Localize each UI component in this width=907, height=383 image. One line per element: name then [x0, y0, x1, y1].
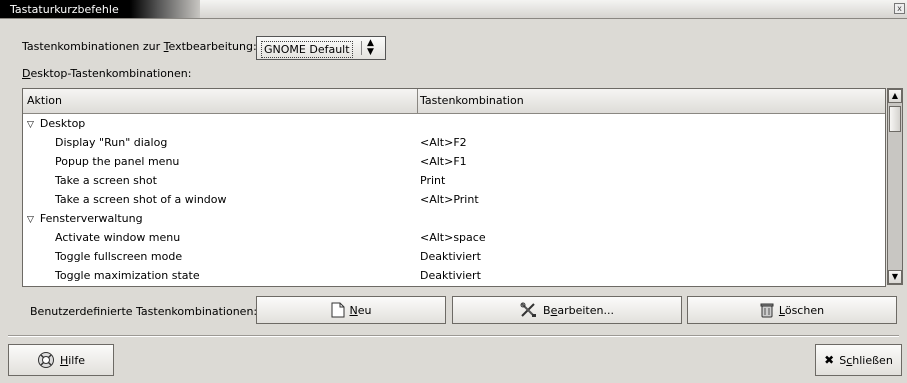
- text-editing-label-post: extbearbeitung:: [168, 40, 257, 53]
- help-mnemonic: H: [59, 353, 69, 367]
- edit-label-pre: B: [543, 303, 551, 317]
- custom-shortcuts-label: Benutzerdefinierte Tastenkombinationen:: [30, 305, 258, 318]
- row-shortcut: <Alt>F1: [420, 155, 467, 168]
- row-shortcut: <Alt>space: [420, 231, 486, 244]
- text-editing-label-pre: Tastenkombinationen zur: [22, 40, 164, 53]
- row-action: Activate window menu: [55, 231, 181, 244]
- row-shortcut: <Alt>F2: [420, 136, 467, 149]
- column-separator: [417, 89, 418, 113]
- combo-separator: [361, 41, 362, 55]
- row-action: Display "Run" dialog: [55, 136, 168, 149]
- row-action: Toggle maximization state: [55, 269, 200, 282]
- edit-tools-icon: [520, 302, 538, 318]
- help-lifebuoy-icon: [37, 351, 55, 369]
- row-action: Popup the panel menu: [55, 155, 180, 168]
- row-shortcut: Deaktiviert: [420, 250, 481, 263]
- help-button[interactable]: Hilfe: [8, 344, 114, 376]
- expander-icon[interactable]: ▽: [27, 215, 34, 225]
- column-header-action[interactable]: Aktion: [27, 94, 62, 107]
- text-editing-combo[interactable]: GNOME Default ▲ ▼: [256, 36, 386, 60]
- window-title: Tastaturkurzbefehle: [10, 3, 119, 16]
- row-action: Desktop: [39, 117, 86, 130]
- shortcuts-tree[interactable]: Aktion Tastenkombination ▽ Desktop Displa…: [22, 88, 886, 287]
- new-button[interactable]: Neu: [256, 296, 446, 324]
- text-editing-label: Tastenkombinationen zur Textbearbeitung:: [22, 40, 257, 53]
- tree-row[interactable]: Display "Run" dialog <Alt>F2: [23, 133, 885, 152]
- scroll-up-icon[interactable]: ▲: [888, 89, 902, 103]
- row-action: Fensterverwaltung: [39, 212, 143, 225]
- desktop-label-rest: esktop-Tastenkombinationen:: [30, 67, 192, 80]
- row-shortcut: Print: [420, 174, 446, 187]
- row-action: Toggle fullscreen mode: [55, 250, 183, 263]
- column-header-shortcut[interactable]: Tastenkombination: [420, 94, 524, 107]
- close-label: hließen: [852, 353, 893, 367]
- title-grip: [130, 0, 200, 18]
- title-bar: Tastaturkurzbefehle x: [0, 0, 907, 19]
- edit-button[interactable]: Bearbeiten...: [452, 296, 682, 324]
- trash-icon: [760, 302, 774, 318]
- row-shortcut: <Alt>Print: [420, 193, 479, 206]
- tree-row[interactable]: ▽ Fensterverwaltung: [23, 209, 885, 228]
- close-button[interactable]: ✖ Schließen: [815, 344, 902, 376]
- tree-row[interactable]: Toggle fullscreen mode Deaktiviert: [23, 247, 885, 266]
- delete-button[interactable]: Löschen: [687, 296, 897, 324]
- new-label: eu: [357, 303, 372, 317]
- row-shortcut: Deaktiviert: [420, 269, 481, 282]
- window-close-icon[interactable]: x: [894, 3, 905, 14]
- window-title-tab[interactable]: Tastaturkurzbefehle: [0, 0, 200, 18]
- row-action: Take a screen shot: [55, 174, 157, 187]
- help-label: ilfe: [68, 353, 86, 367]
- delete-label: öschen: [784, 303, 825, 317]
- edit-label: arbeiten...: [557, 303, 614, 317]
- desktop-shortcuts-label: Desktop-Tastenkombinationen:: [22, 67, 191, 80]
- footer-divider: [8, 335, 899, 337]
- tree-row[interactable]: Popup the panel menu <Alt>F1: [23, 152, 885, 171]
- tree-header: Aktion Tastenkombination: [23, 89, 885, 114]
- tree-row[interactable]: Activate window menu <Alt>space: [23, 228, 885, 247]
- tree-row[interactable]: Take a screen shot of a window <Alt>Prin…: [23, 190, 885, 209]
- close-x-icon: ✖: [824, 353, 835, 367]
- scroll-thumb[interactable]: [889, 106, 901, 132]
- row-action: Take a screen shot of a window: [55, 193, 227, 206]
- tree-row[interactable]: Toggle maximization state Deaktiviert: [23, 266, 885, 285]
- expander-icon[interactable]: ▽: [27, 120, 34, 130]
- combo-arrows-icon: ▲ ▼: [367, 38, 374, 57]
- text-editing-selected: GNOME Default: [261, 41, 353, 58]
- scroll-down-icon[interactable]: ▼: [888, 270, 902, 284]
- new-document-icon: [331, 302, 345, 318]
- tree-row[interactable]: Take a screen shot Print: [23, 171, 885, 190]
- tree-row[interactable]: ▽ Desktop: [23, 114, 885, 133]
- tree-vertical-scrollbar[interactable]: ▲ ▼: [887, 88, 903, 285]
- new-mnemonic: N: [349, 303, 358, 317]
